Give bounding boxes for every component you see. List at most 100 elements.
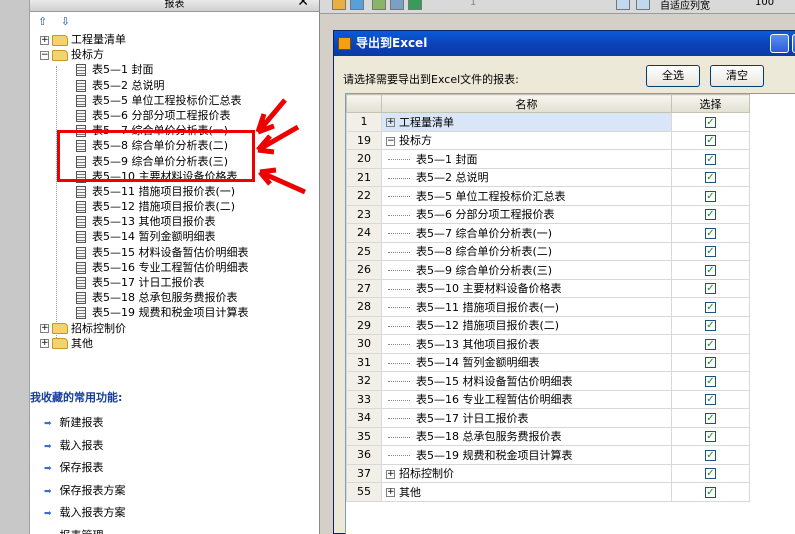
zoom-out-icon[interactable] [636,0,650,10]
header-select[interactable]: 选择 [671,94,750,113]
report-name-cell[interactable]: 表5—2 总说明 [381,167,672,187]
tree-report-item[interactable]: 表5—13 其他项目报价表 [40,214,319,229]
print-icon[interactable] [332,0,346,10]
tree-folder[interactable]: + 工程量清单 [40,32,319,47]
header-name[interactable]: 名称 [381,94,672,113]
favorite-item[interactable]: ➡ 保存报表方案 [30,480,320,503]
tree-report-item[interactable]: 表5—2 总说明 [40,78,319,93]
select-checkbox[interactable]: ✓ [705,172,716,184]
table-row[interactable]: 20 表5—1 封面 ✓ [346,149,750,169]
table-row[interactable]: 26 表5—9 综合单价分析表(三) ✓ [346,260,750,280]
select-checkbox[interactable]: ✓ [705,486,716,498]
report-name-cell[interactable]: 表5—17 计日工报价表 [381,408,672,428]
expand-icon[interactable]: + [386,488,395,498]
table-row[interactable]: 33 表5—16 专业工程暂估价明细表 ✓ [346,389,750,409]
table-row[interactable]: 32 表5—15 材料设备暂估价明细表 ✓ [346,371,750,391]
report-name-cell[interactable]: 表5—8 综合单价分析表(二) [381,241,672,261]
report-name-cell[interactable]: 表5—13 其他项目报价表 [381,334,672,354]
page-input[interactable]: 1 [470,0,476,8]
tree-folder[interactable]: + 招标控制价 [40,321,319,336]
expand-icon[interactable]: + [40,324,49,334]
tree-report-item[interactable]: 表5—19 规费和税金项目计算表 [40,305,319,320]
expand-icon[interactable]: + [40,35,49,45]
report-name-cell[interactable]: + 工程量清单 [381,112,672,132]
select-checkbox[interactable]: ✓ [705,209,716,221]
tree-folder[interactable]: − 投标方 [40,47,319,62]
table-row[interactable]: 21 表5—2 总说明 ✓ [346,167,750,187]
table-row[interactable]: 28 表5—11 措施项目报价表(一) ✓ [346,297,750,317]
report-name-cell[interactable]: 表5—16 专业工程暂估价明细表 [381,389,672,409]
report-name-cell[interactable]: 表5—15 材料设备暂估价明细表 [381,371,672,391]
report-name-cell[interactable]: − 投标方 [381,130,672,150]
favorite-item[interactable]: ➡ 载入报表 [30,435,320,458]
save-icon[interactable] [372,0,386,10]
close-icon[interactable]: ✕ [297,0,309,9]
select-checkbox[interactable]: ✓ [705,264,716,276]
select-all-button[interactable]: 全选 [646,65,700,87]
report-name-cell[interactable]: 表5—5 单位工程投标价汇总表 [381,186,672,206]
minimize-button[interactable] [770,34,789,53]
zoom-in-icon[interactable] [616,0,630,10]
select-checkbox[interactable]: ✓ [705,449,716,461]
select-checkbox[interactable]: ✓ [705,394,716,406]
report-name-cell[interactable]: + 招标控制价 [381,463,672,483]
move-down-icon[interactable]: ⇩ [61,15,70,28]
select-checkbox[interactable]: ✓ [705,357,716,369]
favorite-item[interactable]: ➡ 保存报表 [30,457,320,480]
expand-icon[interactable]: + [386,469,395,479]
table-row[interactable]: 27 表5—10 主要材料设备价格表 ✓ [346,278,750,298]
tree-report-item[interactable]: 表5—15 材料设备暂估价明细表 [40,245,319,260]
report-name-cell[interactable]: 表5—14 暂列金额明细表 [381,352,672,372]
tree-report-item[interactable]: 表5—18 总承包服务费报价表 [40,290,319,305]
expand-icon[interactable]: + [386,118,395,128]
collapse-icon[interactable]: − [386,136,395,146]
report-name-cell[interactable]: 表5—6 分部分项工程报价表 [381,204,672,224]
select-checkbox[interactable]: ✓ [705,246,716,258]
select-checkbox[interactable]: ✓ [705,301,716,313]
favorite-item[interactable]: ➡ 载入报表方案 [30,502,320,525]
select-checkbox[interactable]: ✓ [705,320,716,332]
select-checkbox[interactable]: ✓ [705,190,716,202]
tree-report-item[interactable]: 表5—16 专业工程暂估价明细表 [40,260,319,275]
select-checkbox[interactable]: ✓ [705,135,716,147]
report-name-cell[interactable]: 表5—10 主要材料设备价格表 [381,278,672,298]
table-row[interactable]: 35 表5—18 总承包服务费报价表 ✓ [346,426,750,446]
table-row[interactable]: 19− 投标方 ✓ [346,130,750,150]
favorite-item[interactable]: ➡报表管理 [30,525,320,534]
tree-report-item[interactable]: 表5—1 封面 [40,62,319,77]
report-name-cell[interactable]: 表5—7 综合单价分析表(一) [381,223,672,243]
select-checkbox[interactable]: ✓ [705,153,716,165]
collapse-icon[interactable]: − [40,50,49,60]
table-row[interactable]: 34 表5—17 计日工报价表 ✓ [346,408,750,428]
table-row[interactable]: 25 表5—8 综合单价分析表(二) ✓ [346,241,750,261]
table-row[interactable]: 36 表5—19 规费和税金项目计算表 ✓ [346,445,750,465]
select-checkbox[interactable]: ✓ [705,431,716,443]
table-row[interactable]: 23 表5—6 分部分项工程报价表 ✓ [346,204,750,224]
report-name-cell[interactable]: 表5—12 措施项目报价表(二) [381,315,672,335]
favorite-item[interactable]: ➡ 新建报表 [30,412,320,435]
select-checkbox[interactable]: ✓ [705,468,716,480]
select-checkbox[interactable]: ✓ [705,116,716,128]
report-name-cell[interactable]: 表5—18 总承包服务费报价表 [381,426,672,446]
report-name-cell[interactable]: 表5—9 综合单价分析表(三) [381,260,672,280]
select-checkbox[interactable]: ✓ [705,375,716,387]
report-name-cell[interactable]: 表5—1 封面 [381,149,672,169]
select-checkbox[interactable]: ✓ [705,338,716,350]
report-name-cell[interactable]: + 其他 [381,482,672,502]
excel-icon[interactable] [408,0,422,10]
export-icon[interactable] [350,0,364,10]
zoom-mode-label[interactable]: 自适应列宽 [660,0,710,12]
tree-report-item[interactable]: 表5—14 暂列金额明细表 [40,229,319,244]
setup-icon[interactable] [390,0,404,10]
table-row[interactable]: 31 表5—14 暂列金额明细表 ✓ [346,352,750,372]
table-row[interactable]: 30 表5—13 其他项目报价表 ✓ [346,334,750,354]
table-row[interactable]: 37 + 招标控制价 ✓ [346,463,750,483]
select-checkbox[interactable]: ✓ [705,227,716,239]
table-row[interactable]: 1 + 工程量清单 ✓ [346,112,750,132]
table-row[interactable]: 24 表5—7 综合单价分析表(一) ✓ [346,223,750,243]
table-row[interactable]: 22 表5—5 单位工程投标价汇总表 ✓ [346,186,750,206]
expand-icon[interactable]: + [40,339,49,349]
zoom-value[interactable]: 100 [755,0,774,8]
tree-report-item[interactable]: 表5—17 计日工报价表 [40,275,319,290]
tree-folder[interactable]: + 其他 [40,336,319,351]
